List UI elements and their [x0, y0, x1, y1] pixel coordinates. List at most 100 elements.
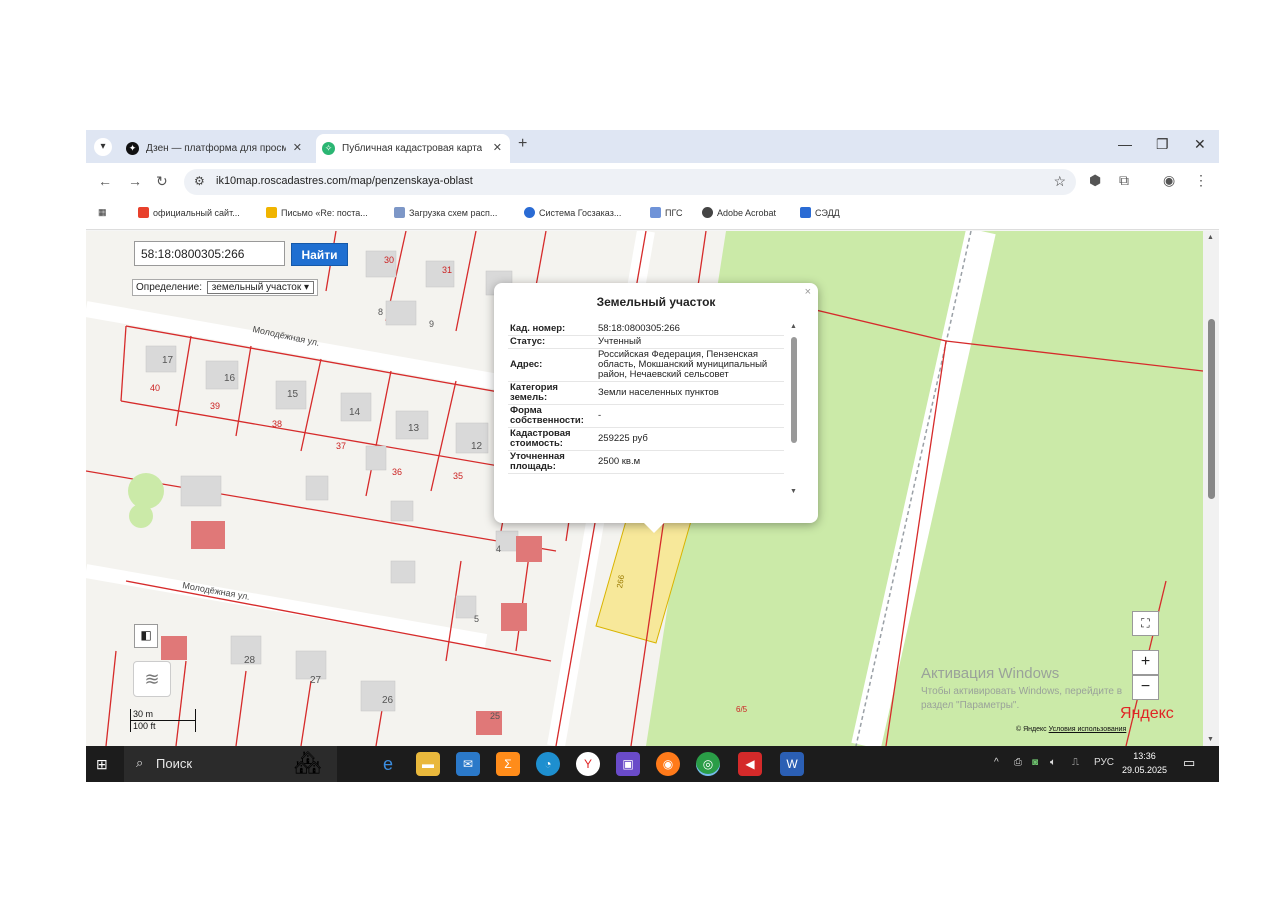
scale-bar: 30 m 100 ft: [130, 709, 196, 732]
address-bar[interactable]: ⚙ ik10map.roscadastres.com/map/penzenska…: [184, 169, 1076, 195]
field-key: Статус:: [508, 335, 596, 349]
scroll-down-icon[interactable]: ▼: [1207, 736, 1214, 743]
reload-icon[interactable]: ↻: [156, 173, 168, 190]
parcel-number: 4: [496, 544, 502, 554]
extension-icon[interactable]: ⬢: [1089, 172, 1101, 189]
parcel-number: 25: [490, 711, 501, 721]
popup-scrollbar[interactable]: ▲ ▼: [790, 323, 798, 495]
bookmark-pgs[interactable]: ПГС: [650, 207, 682, 218]
field-key: Форма собственности:: [508, 404, 596, 428]
ruler-icon[interactable]: ◧: [134, 624, 158, 648]
volume-icon[interactable]: 🔈︎: [1050, 757, 1056, 768]
search-icon: ⌕: [136, 755, 144, 770]
chrome-icon[interactable]: ◎: [696, 752, 720, 776]
apps-grid-icon[interactable]: ▦: [98, 207, 107, 218]
field-value: 58:18:0800305:266: [596, 323, 784, 336]
tray-printer-icon[interactable]: ⎙: [1014, 757, 1022, 768]
field-key: Кадастровая стоимость:: [508, 427, 596, 451]
field-value: Российская Федерация, Пензенская область…: [596, 348, 784, 382]
tray-chevron-icon[interactable]: ^: [994, 757, 999, 768]
close-tab-icon[interactable]: ✕: [293, 134, 302, 163]
bookmark-schemes[interactable]: Загрузка схем расп...: [394, 207, 497, 218]
notifications-icon[interactable]: ▭: [1183, 755, 1195, 771]
globe-icon: [702, 207, 713, 218]
restore-icon[interactable]: ❐: [1156, 136, 1169, 153]
taskbar-search[interactable]: ⌕ Поиск 🏘: [124, 746, 338, 782]
edge-icon[interactable]: ◔: [536, 752, 560, 776]
scroll-up-icon[interactable]: ▲: [1207, 234, 1214, 241]
find-button[interactable]: Найти: [291, 243, 348, 266]
system-clock[interactable]: 13:36 29.05.2025: [1122, 749, 1167, 777]
close-window-icon[interactable]: ✕: [1194, 136, 1206, 153]
internet-explorer-icon[interactable]: e: [376, 752, 400, 776]
outlook-icon[interactable]: ✉: [456, 752, 480, 776]
menu-dots-icon[interactable]: ⋮: [1194, 172, 1208, 189]
page-scrollbar[interactable]: ▲ ▼: [1203, 231, 1219, 746]
page-scroll-thumb[interactable]: [1208, 319, 1215, 499]
bookmark-official-site[interactable]: официальный сайт...: [138, 207, 240, 218]
language-indicator[interactable]: РУС: [1094, 757, 1114, 768]
parcel-number: 28: [244, 655, 256, 666]
anydesk-icon[interactable]: ◀: [738, 752, 762, 776]
scroll-down-icon[interactable]: ▼: [790, 488, 797, 495]
file-explorer-icon[interactable]: ▬: [416, 752, 440, 776]
tray-antivirus-icon[interactable]: ◙: [1032, 757, 1038, 768]
back-arrow-icon[interactable]: ←: [98, 173, 112, 189]
activation-line2: раздел "Параметры".: [921, 700, 1020, 711]
site-settings-icon[interactable]: ⚙: [194, 174, 205, 188]
popup-scroll-thumb[interactable]: [791, 337, 797, 443]
sedd-icon: [800, 207, 811, 218]
tab-cadastral-map[interactable]: ✧ Публичная кадастровая карта ✕: [316, 134, 510, 163]
parcel-number: 15: [287, 389, 299, 400]
network-icon[interactable]: ⎍: [1072, 757, 1079, 768]
taskbar-search-placeholder: Поиск: [156, 756, 193, 771]
parcel-number: 12: [471, 441, 483, 452]
bookmark-label: Загрузка схем расп...: [409, 208, 498, 218]
forward-arrow-icon[interactable]: →: [128, 173, 142, 189]
bookmark-label: ПГС: [665, 208, 683, 218]
parcel-number: 26: [382, 695, 394, 706]
bookmark-label: Система Госзаказ...: [539, 208, 622, 218]
layers-icon[interactable]: ≋: [133, 661, 171, 697]
parcel-number: 40: [150, 383, 161, 393]
close-tab-icon[interactable]: ✕: [493, 134, 502, 163]
extensions-puzzle-icon[interactable]: ⧉: [1119, 172, 1129, 189]
bookmark-goszakaz[interactable]: Система Госзаказ...: [524, 207, 621, 218]
windows-activation-watermark: Активация Windows Чтобы активировать Win…: [921, 665, 1122, 713]
windows-start-icon[interactable]: ⊞: [96, 756, 108, 773]
field-value: -: [596, 404, 784, 428]
firefox-icon[interactable]: ◉: [656, 752, 680, 776]
cadastral-search-input[interactable]: [134, 241, 285, 266]
parcel-info-table: Кад. номер: 58:18:0800305:266 Статус: Учте…: [508, 323, 784, 474]
bookmark-adobe[interactable]: Adobe Acrobat: [702, 207, 776, 218]
cadastral-map[interactable]: Молодёжная ул. Молодёжная ул. 17 16 15 1…: [86, 231, 1219, 746]
word-icon[interactable]: W: [780, 752, 804, 776]
map-tab-icon: ✧: [322, 142, 335, 155]
scale-metric: 30 m: [131, 709, 195, 721]
profile-icon[interactable]: ◉: [1163, 172, 1175, 189]
zoom-out-button[interactable]: −: [1132, 675, 1159, 700]
scroll-up-icon[interactable]: ▲: [790, 323, 797, 330]
fullscreen-icon[interactable]: ⛶: [1132, 611, 1159, 636]
bookmark-star-icon[interactable]: ☆: [1053, 173, 1066, 190]
calculator-icon[interactable]: Σ: [496, 752, 520, 776]
bookmark-letter[interactable]: Письмо «Re: поста...: [266, 207, 368, 218]
activation-title: Активация Windows: [921, 665, 1060, 682]
screen: ▾ ✦ Дзен — платформа для просм ✕ ✧ Публи…: [86, 130, 1219, 782]
parcel-number: 17: [162, 355, 174, 366]
terms-link[interactable]: Условия использования: [1049, 726, 1127, 733]
tab-search-chevron-icon[interactable]: ▾: [94, 138, 112, 156]
zoom-in-button[interactable]: +: [1132, 650, 1159, 675]
minimize-icon[interactable]: —: [1118, 136, 1132, 152]
tab-dzen[interactable]: ✦ Дзен — платформа для просм ✕: [120, 134, 310, 163]
yandex-logo: Яндекс: [1120, 705, 1174, 722]
parcel-number: 8: [378, 307, 384, 317]
definition-select[interactable]: земельный участок ▾: [206, 281, 315, 294]
table-row: Уточненная площадь: 2500 кв.м: [508, 450, 784, 474]
goszakaz-icon: [524, 207, 535, 218]
definition-select-value: земельный участок: [211, 282, 302, 293]
yandex-browser-icon[interactable]: Y: [576, 752, 600, 776]
new-tab-button[interactable]: +: [518, 135, 527, 153]
bookmark-sedd[interactable]: СЭДД: [800, 207, 840, 218]
save-disk-icon[interactable]: ▣: [616, 752, 640, 776]
